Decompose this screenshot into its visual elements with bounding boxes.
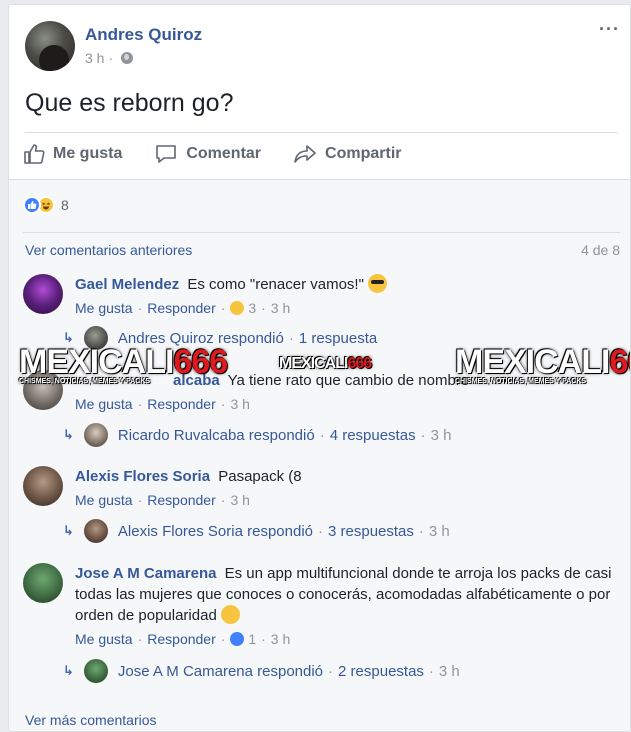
comment-time[interactable]: 3 h: [271, 300, 290, 316]
comment-button[interactable]: Comentar: [154, 143, 261, 165]
comment-like-link[interactable]: Me gusta: [75, 492, 133, 508]
comment-reaction-count[interactable]: 3: [248, 300, 256, 316]
post-card: Andres Quiroz 3 h · ··· Que es reborn go…: [8, 4, 631, 732]
comment-reply-link[interactable]: Responder: [147, 631, 216, 647]
comments-section: 8 Ver comentarios anteriores 4 de 8 Gael…: [9, 179, 630, 731]
reply-count: 4 respuestas: [329, 426, 416, 444]
haha-reaction-icon: [230, 301, 245, 315]
post-time[interactable]: 3 h: [85, 50, 104, 66]
post-header: Andres Quiroz 3 h ·: [25, 21, 202, 71]
reaction-summary[interactable]: 8: [23, 196, 69, 214]
comment-body: Jose A M Camarena Es un app multifuncion…: [75, 563, 620, 650]
watermark-brand: MEXICALI: [455, 343, 610, 381]
share-button[interactable]: Compartir: [293, 143, 401, 165]
divider: [25, 132, 618, 133]
commenter-avatar[interactable]: [23, 274, 63, 314]
reply-count: 1 respuesta: [298, 329, 378, 347]
reply-time: 3 h: [428, 522, 450, 540]
reply-arrow-icon: ↳: [63, 663, 74, 678]
watermark-logo: MEXICALI666: [279, 355, 372, 373]
post-actions: Me gusta Comentar Compartir: [23, 143, 433, 165]
thumbs-up-icon: [24, 144, 45, 164]
comment-text: Ya tiene rato que cambio de nombre: [227, 372, 470, 389]
reply-time: 3 h: [430, 426, 452, 444]
watermark-brand: MEXICALI: [279, 355, 348, 372]
watermark-number: 666: [173, 343, 228, 381]
comment-like-link[interactable]: Me gusta: [75, 396, 133, 412]
post-meta: Andres Quiroz 3 h ·: [85, 25, 202, 66]
author-name[interactable]: Andres Quiroz: [85, 25, 202, 45]
commenter-name[interactable]: Alexis Flores Soria: [75, 468, 210, 485]
reply-avatar: [83, 659, 108, 683]
like-label: Me gusta: [53, 145, 123, 162]
author-avatar[interactable]: [25, 21, 75, 71]
comment-like-link[interactable]: Me gusta: [75, 631, 133, 647]
post-text: Que es reborn go?: [25, 89, 234, 117]
watermark-number: 666: [347, 355, 372, 372]
previous-comments-link[interactable]: Ver comentarios anteriores: [25, 242, 192, 258]
like-reaction-icon: [230, 632, 245, 646]
post-options-icon[interactable]: ···: [599, 19, 620, 40]
comment-reply-link[interactable]: Responder: [147, 300, 216, 316]
commenter-name[interactable]: Gael Melendez: [75, 276, 179, 293]
comment-actions: Me gusta · Responder · 3 h: [75, 492, 250, 508]
laughing-emoji-icon: [220, 605, 240, 624]
comment-reaction-count[interactable]: 1: [248, 631, 256, 647]
reply-count: 2 respuestas: [338, 662, 424, 680]
reply-author: Jose A M Camarena respondió: [117, 662, 324, 680]
reaction-count: 8: [61, 197, 69, 213]
watermark-brand: MEXICALI: [19, 343, 174, 381]
comment-time[interactable]: 3 h: [230, 492, 249, 508]
reply-avatar: [83, 423, 108, 447]
comment-time[interactable]: 3 h: [230, 396, 249, 412]
globe-icon[interactable]: [121, 52, 134, 64]
reply-count: 3 respuestas: [328, 522, 414, 540]
reply-arrow-icon: ↳: [63, 523, 74, 538]
post-time-row: 3 h ·: [85, 50, 202, 66]
replies-summary[interactable]: ↳ Ricardo Ruvalcaba respondió · 4 respuest…: [63, 423, 451, 447]
comment-text: Es como "renacer vamos!": [187, 276, 364, 293]
comment-time[interactable]: 3 h: [271, 631, 290, 647]
time-separator: ·: [108, 50, 114, 66]
reply-author: Alexis Flores Soria respondió: [117, 522, 313, 540]
replies-summary[interactable]: ↳ Jose A M Camarena respondió · 2 respuest…: [63, 659, 460, 683]
comment-text: Pasapack (8: [218, 468, 302, 485]
share-label: Compartir: [325, 145, 402, 162]
comments-nav: Ver comentarios anteriores 4 de 8: [25, 242, 620, 258]
comment-reply-link[interactable]: Responder: [147, 396, 216, 412]
comment-bubble-icon: [156, 145, 177, 163]
comment-label: Comentar: [186, 145, 262, 162]
sunglasses-emoji-icon: [368, 274, 388, 293]
like-button[interactable]: Me gusta: [23, 143, 122, 165]
watermark-number: 666: [609, 343, 630, 381]
commenter-avatar[interactable]: [23, 563, 63, 603]
more-comments-link[interactable]: Ver más comentarios: [25, 712, 157, 728]
commenter-name[interactable]: Jose A M Camarena: [75, 565, 216, 582]
comment-body: Alexis Flores Soria Pasapack (8 Me gusta…: [75, 466, 620, 511]
reply-avatar: [83, 519, 108, 543]
watermark-logo: MEXICALI666 CHISMES, NOTICIAS, MEMES Y P…: [455, 343, 630, 385]
divider: [23, 232, 620, 233]
reply-arrow-icon: ↳: [63, 427, 74, 442]
comment-actions: Me gusta · Responder · 1 · 3 h: [75, 631, 291, 647]
commenter-avatar[interactable]: [23, 466, 63, 506]
comments-position: 4 de 8: [581, 242, 620, 258]
comment-actions: Me gusta · Responder · 3 h: [75, 396, 250, 412]
comment-body: Gael Melendez Es como "renacer vamos!" M…: [75, 274, 620, 319]
comment-actions: Me gusta · Responder · 3 · 3 h: [75, 300, 291, 316]
like-reaction-icon: [23, 196, 41, 214]
comment-item: Jose A M Camarena Es un app multifuncion…: [23, 563, 620, 673]
comment-reply-link[interactable]: Responder: [147, 492, 216, 508]
watermark-logo: MEXICALI666 CHISMES, NOTICIAS, MEMES Y P…: [19, 343, 228, 385]
replies-summary[interactable]: ↳ Alexis Flores Soria respondió · 3 respue…: [63, 519, 450, 543]
reply-author: Ricardo Ruvalcaba respondió: [117, 426, 315, 444]
comment-like-link[interactable]: Me gusta: [75, 300, 133, 316]
share-arrow-icon: [294, 145, 316, 163]
reply-time: 3 h: [438, 662, 460, 680]
